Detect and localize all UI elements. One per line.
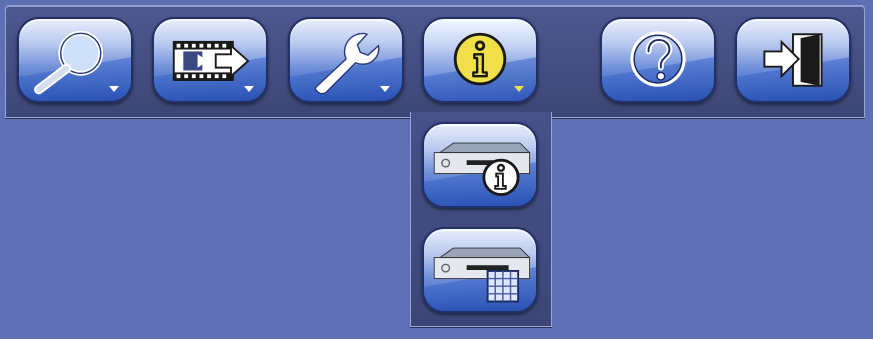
info-button[interactable] bbox=[422, 17, 538, 103]
recorder-info-icon bbox=[433, 142, 531, 196]
recorder-table-icon bbox=[433, 247, 531, 303]
chevron-down-icon bbox=[109, 86, 119, 92]
search-button[interactable] bbox=[17, 17, 133, 103]
chevron-down-icon bbox=[514, 86, 524, 92]
device-info-menu-item[interactable] bbox=[422, 122, 538, 208]
logout-button[interactable] bbox=[735, 17, 851, 103]
question-icon bbox=[630, 31, 686, 87]
video-export-button[interactable] bbox=[152, 17, 268, 103]
exit-door-icon bbox=[763, 33, 823, 87]
device-log-menu-item[interactable] bbox=[422, 227, 538, 313]
chevron-down-icon bbox=[244, 86, 254, 92]
settings-button[interactable] bbox=[288, 17, 404, 103]
chevron-down-icon bbox=[380, 86, 390, 92]
help-button[interactable] bbox=[600, 17, 716, 103]
